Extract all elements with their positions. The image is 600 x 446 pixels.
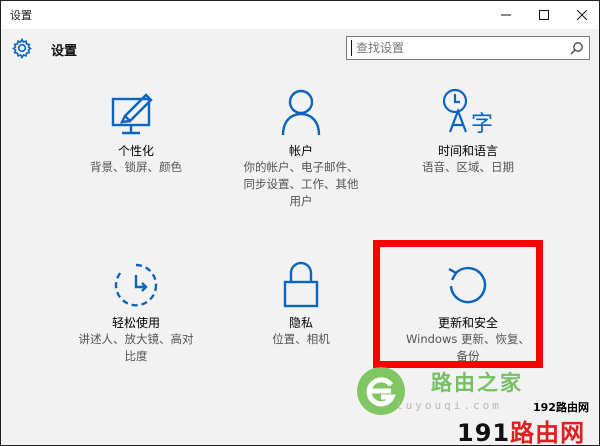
maximize-icon [539, 10, 549, 20]
minimize-icon [501, 14, 511, 16]
account-icon [281, 89, 321, 136]
tile-description: 你的帐户、电子邮件、同步设置、工作、其他用户 [243, 160, 359, 208]
tile-accounts[interactable]: 帐户 你的帐户、电子邮件、同步设置、工作、其他用户 [226, 81, 376, 210]
search-icon[interactable] [570, 41, 584, 55]
search-box[interactable] [346, 36, 590, 60]
time-language-icon: 字 [442, 88, 493, 137]
window-title: 设置 [10, 9, 32, 22]
tile-name: 个性化 [117, 144, 154, 158]
brand-word: 路由网 [510, 419, 586, 446]
brand-number: 191 [457, 419, 511, 446]
tile-name: 隐私 [288, 316, 313, 330]
settings-header: 设置 [1, 29, 599, 73]
tile-name: 时间和语言 [437, 144, 498, 158]
tile-name: 帐户 [288, 144, 313, 158]
search-input[interactable] [351, 40, 556, 56]
watermark-url: luyouqi.com [396, 399, 502, 412]
svg-text:字: 字 [471, 112, 493, 137]
page-title: 设置 [51, 44, 78, 59]
settings-window: 设置 设置 查找设置 个性化 背景、锁屏、颜色 帐户 你的帐户、电子邮件、同步设… [0, 0, 600, 446]
tile-description: 讲述人、放大镜、高对比度 [78, 332, 194, 363]
tile-name: 轻松使用 [111, 316, 160, 330]
tile-description: 背景、锁屏、颜色 [90, 160, 182, 174]
tile-ease-of-access[interactable]: 轻松使用 讲述人、放大镜、高对比度 [61, 253, 211, 365]
tile-personalization[interactable]: 个性化 背景、锁屏、颜色 [61, 81, 211, 176]
personalization-icon [111, 93, 153, 135]
tile-description: 语音、区域、日期 [422, 160, 514, 174]
close-icon [577, 10, 587, 20]
tile-privacy[interactable]: 隐私 位置、相机 [226, 253, 376, 348]
tile-description: 位置、相机 [272, 332, 330, 346]
gear-icon [12, 37, 32, 59]
title-bar: 设置 [1, 1, 599, 29]
tile-time-language[interactable]: 字 时间和语言 语音、区域、日期 [393, 81, 543, 176]
highlight-box [373, 240, 543, 368]
watermark-text: 路由之家 [431, 371, 523, 395]
brand-logo: 191路由网 [457, 413, 586, 446]
ease-of-access-icon [114, 263, 158, 307]
minimize-button[interactable] [490, 1, 522, 29]
maximize-button[interactable] [528, 1, 560, 29]
lock-icon [283, 261, 319, 308]
close-button[interactable] [566, 1, 598, 29]
